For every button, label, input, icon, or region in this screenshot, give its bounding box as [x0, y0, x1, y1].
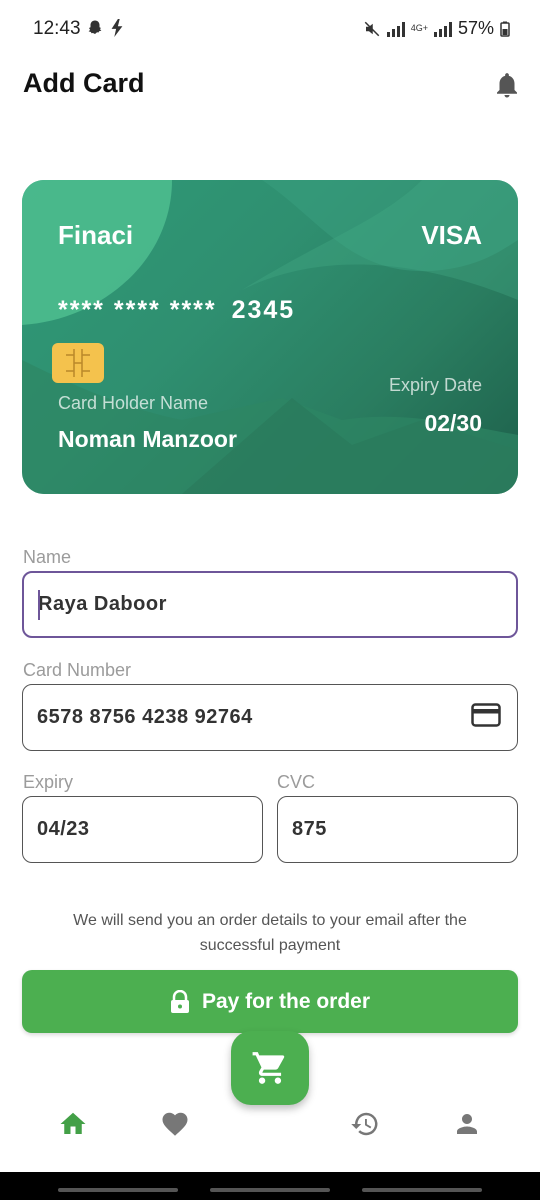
page-title: Add Card	[23, 68, 145, 98]
cvc-label: CVC	[277, 772, 316, 792]
card-holder-name: Noman Manzoor	[58, 426, 237, 452]
mute-icon	[364, 21, 379, 36]
expiry-label: Expiry	[23, 772, 74, 792]
signal-icon	[386, 21, 405, 37]
history-icon	[351, 1112, 378, 1136]
card-preview: Finaci VISA **** **** **** 2345 Card Hol…	[22, 180, 518, 494]
home-icon	[60, 1112, 86, 1134]
nav-favorites[interactable]	[158, 1107, 192, 1141]
card-number-masked: **** **** ****	[58, 296, 217, 324]
name-label: Name	[23, 547, 72, 567]
flash-icon	[111, 19, 123, 37]
snapchat-icon	[88, 20, 102, 34]
battery-icon	[500, 21, 510, 37]
nav-history[interactable]	[348, 1107, 382, 1141]
card-holder-label: Card Holder Name	[58, 393, 209, 413]
cart-icon	[252, 1052, 285, 1084]
lock-icon	[170, 989, 189, 1013]
nav-profile[interactable]	[450, 1107, 484, 1141]
status-bar: 12:43 4G+ 57%	[0, 0, 540, 62]
card-brand: Finaci	[58, 220, 134, 250]
text-cursor	[38, 590, 40, 620]
system-navigation-bar	[0, 1172, 540, 1200]
card-number-last4: 2345	[231, 296, 296, 324]
bell-icon[interactable]	[492, 70, 522, 100]
name-input[interactable]	[24, 573, 516, 636]
status-time: 12:43	[33, 18, 81, 39]
expiry-input[interactable]	[23, 797, 262, 862]
expiry-field-container	[22, 796, 263, 863]
name-field-container	[22, 571, 518, 638]
pay-button-label: Pay for the order	[201, 989, 371, 1013]
network-type: 4G+	[410, 23, 428, 33]
card-number-label: Card Number	[23, 660, 132, 680]
card-number-input[interactable]	[23, 685, 517, 750]
card-number-field-container	[22, 684, 518, 751]
card-network: VISA	[421, 220, 482, 250]
nav-home[interactable]	[56, 1107, 90, 1141]
battery-percent: 57%	[457, 18, 494, 38]
credit-card-icon	[471, 703, 501, 727]
heart-icon	[162, 1112, 188, 1136]
pay-button[interactable]: Pay for the order	[22, 970, 518, 1033]
signal-icon-2	[433, 21, 452, 37]
person-icon	[457, 1114, 477, 1134]
card-number-preview: **** **** **** 2345	[58, 296, 295, 325]
card-chip-icon	[52, 343, 104, 383]
cvc-field-container	[277, 796, 518, 863]
cvc-input[interactable]	[278, 797, 517, 862]
card-expiry-value: 02/30	[424, 410, 482, 436]
card-expiry-label: Expiry Date	[388, 375, 482, 395]
cart-fab[interactable]	[231, 1031, 309, 1105]
payment-note: We will send you an order details to you…	[73, 912, 467, 954]
